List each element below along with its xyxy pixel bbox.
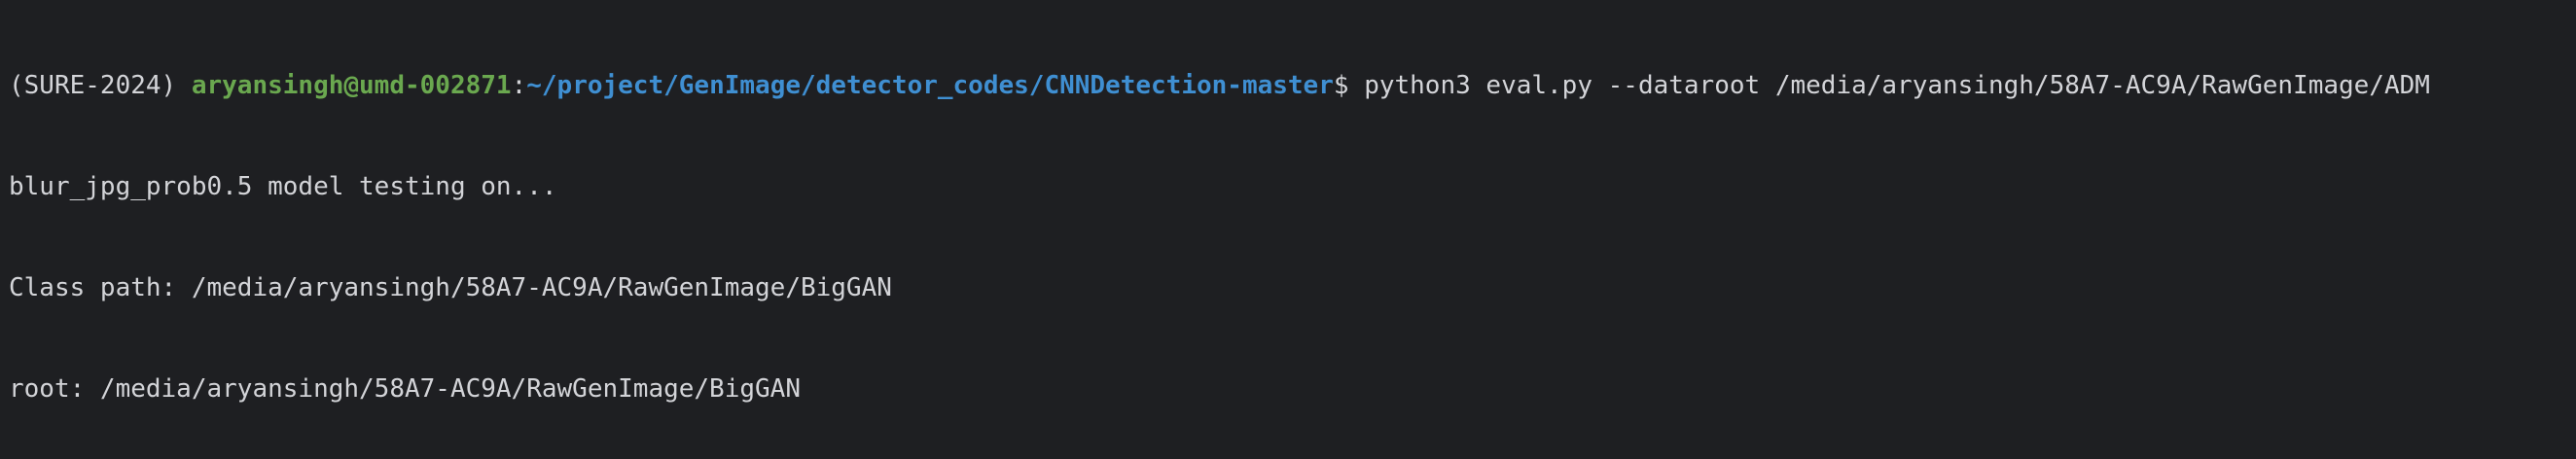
prompt-separator: :: [511, 71, 527, 100]
current-directory: ~/project/GenImage/detector_codes/CNNDet…: [526, 71, 1334, 100]
user-host: aryansingh@umd-002871: [191, 71, 512, 100]
prompt-symbol: $: [1333, 71, 1349, 100]
command-prompt-line: (SURE-2024) aryansingh@umd-002871:~/proj…: [9, 69, 2576, 112]
terminal-window[interactable]: (SURE-2024) aryansingh@umd-002871:~/proj…: [0, 0, 2576, 459]
output-line-1: blur_jpg_prob0.5 model testing on...: [9, 172, 557, 201]
output-line-3: root: /media/aryansingh/58A7-AC9A/RawGen…: [9, 374, 801, 404]
conda-env-label: (SURE-2024): [9, 71, 177, 100]
output-line-2: Class path: /media/aryansingh/58A7-AC9A/…: [9, 273, 892, 302]
entered-command: python3 eval.py --dataroot /media/aryans…: [1364, 71, 2430, 100]
